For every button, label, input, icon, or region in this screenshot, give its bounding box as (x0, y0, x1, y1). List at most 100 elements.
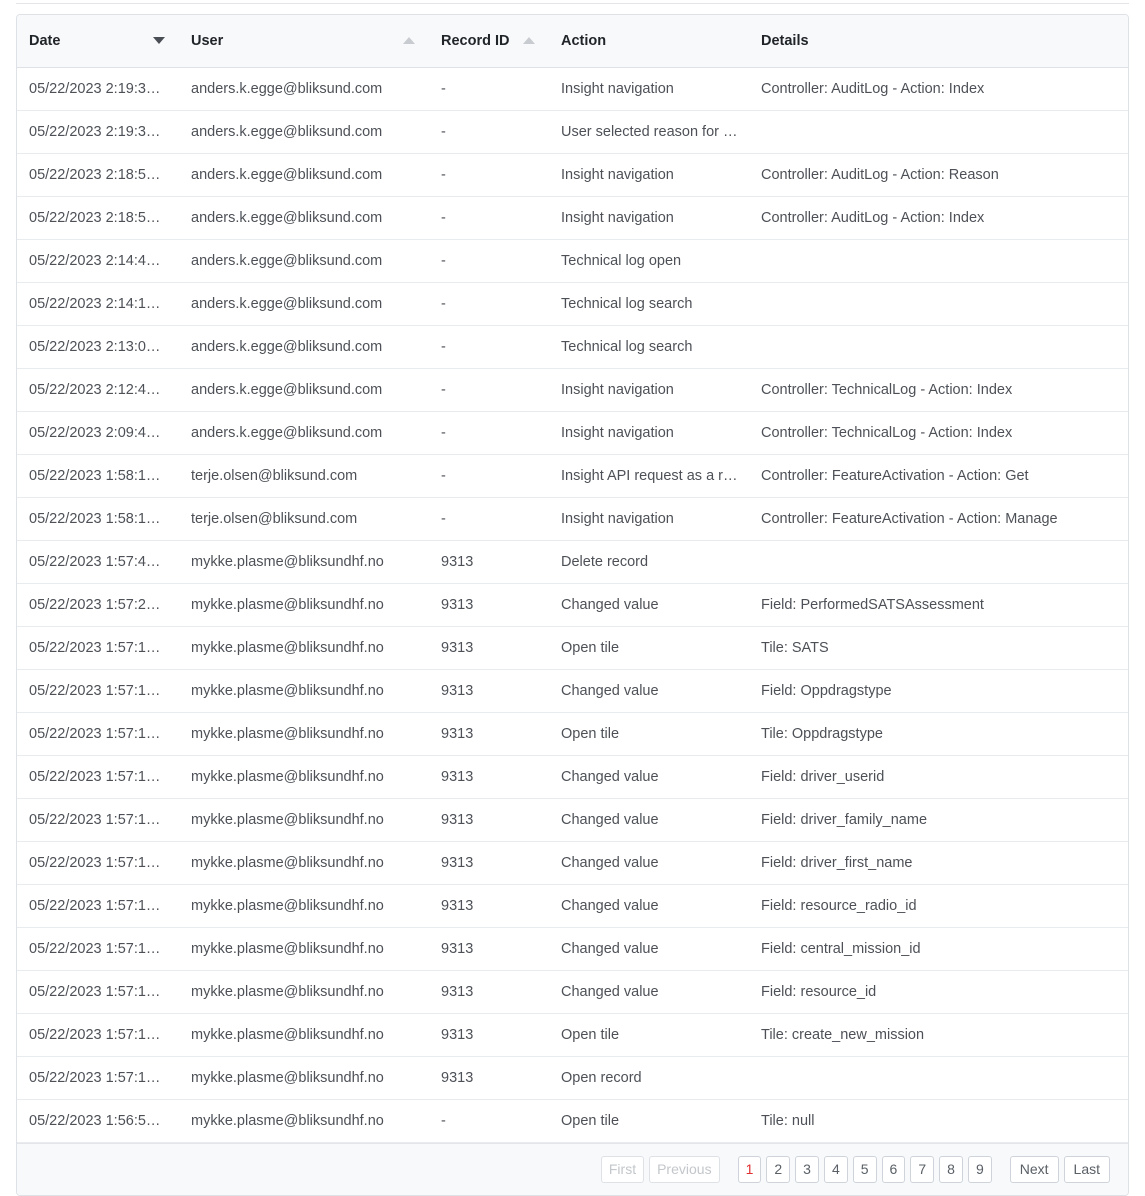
cell-user: anders.k.egge@bliksund.com (179, 368, 429, 412)
pagination-first-button[interactable]: First (600, 1155, 645, 1183)
pagination-page-7[interactable]: 7 (910, 1155, 935, 1183)
column-header-details[interactable]: Details (749, 15, 1128, 68)
table-row[interactable]: 05/22/2023 1:56:5… mykke.plasme@bliksundh… (17, 1099, 1128, 1143)
sort-ascending-icon[interactable] (403, 37, 415, 45)
cell-user: mykke.plasme@bliksundhf.no (179, 755, 429, 799)
table-row[interactable]: 05/22/2023 1:57:4… mykke.plasme@bliksundh… (17, 540, 1128, 584)
table-row[interactable]: 05/22/2023 1:57:1… mykke.plasme@bliksundh… (17, 927, 1128, 971)
cell-user: mykke.plasme@bliksundhf.no (179, 841, 429, 885)
cell-details: Field: driver_userid (749, 755, 1128, 799)
table-row[interactable]: 05/22/2023 1:58:1… terje.olsen@bliksund.c… (17, 497, 1128, 541)
table-row[interactable]: 05/22/2023 1:57:1… mykke.plasme@bliksundh… (17, 669, 1128, 713)
cell-details: Tile: null (749, 1099, 1128, 1143)
table-row[interactable]: 05/22/2023 2:12:4… anders.k.egge@bliksund… (17, 368, 1128, 412)
cell-record_id: - (429, 110, 549, 154)
table-row[interactable]: 05/22/2023 1:57:1… mykke.plasme@bliksundh… (17, 626, 1128, 670)
pagination-previous-button[interactable]: Previous (649, 1155, 720, 1183)
cell-user: mykke.plasme@bliksundhf.no (179, 583, 429, 627)
pagination-bar: First Previous 123456789 Next Last (17, 1142, 1128, 1195)
cell-record_id: 9313 (429, 669, 549, 713)
pagination-page-9[interactable]: 9 (967, 1155, 992, 1183)
cell-user: terje.olsen@bliksund.com (179, 454, 429, 498)
table-row[interactable]: 05/22/2023 1:57:1… mykke.plasme@bliksundh… (17, 798, 1128, 842)
table-row[interactable]: 05/22/2023 2:09:4… anders.k.egge@bliksund… (17, 411, 1128, 455)
table-header-row: Date User Record ID Action Details (17, 15, 1128, 68)
cell-date: 05/22/2023 2:19:3… (17, 67, 179, 111)
cell-record_id: - (429, 282, 549, 326)
cell-action: Technical log search (549, 282, 749, 326)
table-row[interactable]: 05/22/2023 1:57:1… mykke.plasme@bliksundh… (17, 712, 1128, 756)
cell-action: Insight navigation (549, 411, 749, 455)
pagination-last-button[interactable]: Last (1063, 1155, 1110, 1183)
cell-record_id: - (429, 239, 549, 283)
column-header-action[interactable]: Action (549, 15, 749, 68)
table-row[interactable]: 05/22/2023 2:19:3… anders.k.egge@bliksund… (17, 67, 1128, 111)
pagination-page-6[interactable]: 6 (881, 1155, 906, 1183)
cell-date: 05/22/2023 2:18:5… (17, 153, 179, 197)
cell-record_id: 9313 (429, 884, 549, 928)
cell-user: mykke.plasme@bliksundhf.no (179, 1056, 429, 1100)
cell-record_id: - (429, 325, 549, 369)
cell-details: Controller: AuditLog - Action: Index (749, 67, 1128, 111)
cell-user: mykke.plasme@bliksundhf.no (179, 927, 429, 971)
cell-record_id: 9313 (429, 626, 549, 670)
cell-record_id: - (429, 153, 549, 197)
cell-action: Insight navigation (549, 153, 749, 197)
column-header-date[interactable]: Date (17, 15, 179, 68)
cell-date: 05/22/2023 1:57:1… (17, 927, 179, 971)
pagination-page-8[interactable]: 8 (939, 1155, 963, 1183)
table-row[interactable]: 05/22/2023 1:57:1… mykke.plasme@bliksundh… (17, 755, 1128, 799)
cell-details (749, 282, 1128, 326)
cell-details: Controller: FeatureActivation - Action: … (749, 454, 1128, 498)
column-header-label: Action (561, 32, 607, 49)
cell-action: Insight navigation (549, 196, 749, 240)
cell-user: mykke.plasme@bliksundhf.no (179, 798, 429, 842)
pagination-prev-group: First Previous (596, 1155, 720, 1183)
column-header-user[interactable]: User (179, 15, 429, 68)
pagination-page-1[interactable]: 1 (737, 1155, 762, 1183)
cell-user: mykke.plasme@bliksundhf.no (179, 669, 429, 713)
pagination-page-4[interactable]: 4 (823, 1155, 848, 1183)
pagination-next-button[interactable]: Next (1009, 1155, 1059, 1183)
cell-date: 05/22/2023 1:57:1… (17, 1013, 179, 1057)
table-row[interactable]: 05/22/2023 2:14:1… anders.k.egge@bliksund… (17, 282, 1128, 326)
sort-ascending-icon[interactable] (523, 37, 535, 45)
pagination-page-2[interactable]: 2 (766, 1155, 791, 1183)
pagination-page-numbers: 123456789 (733, 1155, 992, 1183)
cell-user: mykke.plasme@bliksundhf.no (179, 970, 429, 1014)
table-row[interactable]: 05/22/2023 1:57:1… mykke.plasme@bliksundh… (17, 1013, 1128, 1057)
column-header-label: Details (761, 32, 809, 49)
table-row[interactable]: 05/22/2023 1:58:1… terje.olsen@bliksund.c… (17, 454, 1128, 498)
table-row[interactable]: 05/22/2023 2:18:5… anders.k.egge@bliksund… (17, 196, 1128, 240)
table-row[interactable]: 05/22/2023 2:18:5… anders.k.egge@bliksund… (17, 153, 1128, 197)
pagination-page-5[interactable]: 5 (852, 1155, 877, 1183)
table-row[interactable]: 05/22/2023 2:13:0… anders.k.egge@bliksund… (17, 325, 1128, 369)
table-row[interactable]: 05/22/2023 1:57:1… mykke.plasme@bliksundh… (17, 970, 1128, 1014)
table-row[interactable]: 05/22/2023 2:19:3… anders.k.egge@bliksund… (17, 110, 1128, 154)
pagination-page-3[interactable]: 3 (795, 1155, 819, 1183)
cell-action: Changed value (549, 798, 749, 842)
cell-action: Changed value (549, 841, 749, 885)
cell-action: Insight navigation (549, 497, 749, 541)
cell-date: 05/22/2023 2:13:0… (17, 325, 179, 369)
cell-record_id: 9313 (429, 540, 549, 584)
table-row[interactable]: 05/22/2023 1:57:1… mykke.plasme@bliksundh… (17, 1056, 1128, 1100)
cell-user: mykke.plasme@bliksundhf.no (179, 540, 429, 584)
table-row[interactable]: 05/22/2023 1:57:1… mykke.plasme@bliksundh… (17, 841, 1128, 885)
cell-date: 05/22/2023 1:57:1… (17, 626, 179, 670)
column-header-record_id[interactable]: Record ID (429, 15, 549, 68)
cell-action: User selected reason for … (549, 110, 749, 154)
cell-record_id: 9313 (429, 712, 549, 756)
table-row[interactable]: 05/22/2023 1:57:2… mykke.plasme@bliksundh… (17, 583, 1128, 627)
cell-user: mykke.plasme@bliksundhf.no (179, 1013, 429, 1057)
cell-user: mykke.plasme@bliksundhf.no (179, 1099, 429, 1143)
cell-details: Field: Oppdragstype (749, 669, 1128, 713)
column-header-label: Date (29, 32, 61, 49)
table-row[interactable]: 05/22/2023 2:14:4… anders.k.egge@bliksund… (17, 239, 1128, 283)
cell-record_id: 9313 (429, 970, 549, 1014)
audit-log-table: Date User Record ID Action Details 05/22/202… (17, 15, 1128, 1143)
cell-details: Tile: SATS (749, 626, 1128, 670)
cell-details: Field: resource_radio_id (749, 884, 1128, 928)
sort-descending-icon[interactable] (153, 37, 165, 45)
table-row[interactable]: 05/22/2023 1:57:1… mykke.plasme@bliksundh… (17, 884, 1128, 928)
